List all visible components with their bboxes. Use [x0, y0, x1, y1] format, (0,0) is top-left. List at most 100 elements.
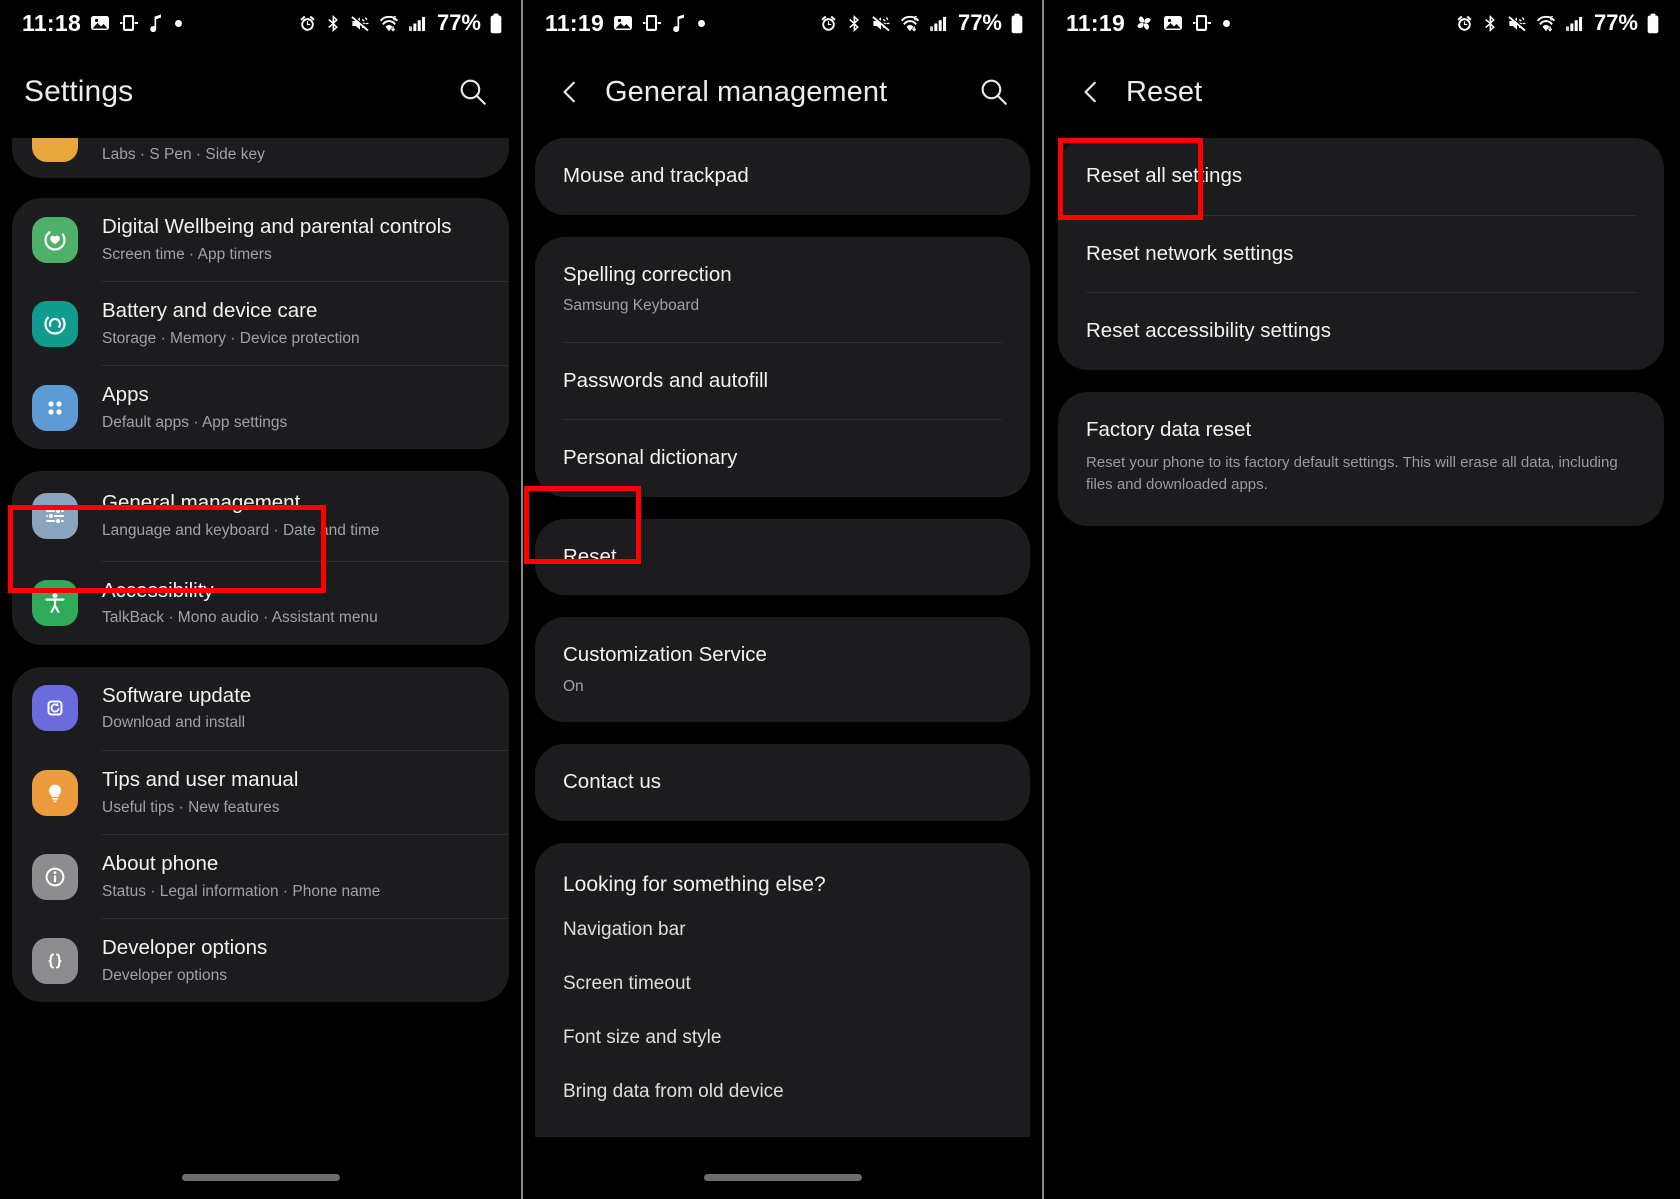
apps-grid-icon: [32, 384, 78, 431]
row-title: Tips and user manual: [102, 767, 299, 791]
photo-icon: [613, 13, 633, 33]
screen-record-icon: [119, 13, 139, 33]
row-title: Passwords and autofill: [563, 368, 769, 392]
photo-icon: [1163, 13, 1183, 33]
list-item-contact-us[interactable]: Contact us: [535, 744, 1030, 821]
list-item-spelling-correction[interactable]: Spelling correction Samsung Keyboard: [535, 237, 1030, 342]
reset-card-options: Reset all settings Reset network setting…: [1058, 138, 1664, 370]
row-title: Developer options: [102, 936, 268, 960]
link-screen-timeout[interactable]: Screen timeout: [535, 957, 1030, 1011]
battery-percent: 77%: [1593, 10, 1638, 35]
list-item-personal-dictionary[interactable]: Personal dictionary: [535, 420, 1030, 497]
row-text: General management Language and keyboard…: [102, 491, 379, 540]
row-subtitle: Useful tips · New features: [102, 798, 280, 816]
row-description: Reset your phone to its factory default …: [1086, 454, 1618, 494]
row-title: Apps: [102, 383, 149, 407]
screen-record-icon: [642, 13, 662, 33]
settings-group-1: Digital Wellbeing and parental controls …: [12, 198, 509, 450]
status-left-group: 11:19: [1066, 9, 1231, 37]
row-title: Contact us: [563, 770, 661, 794]
sidebar-item-digital-wellbeing[interactable]: Digital Wellbeing and parental controls …: [12, 198, 509, 281]
mute-icon: [350, 14, 370, 33]
reset-card-factory: Factory data reset Reset your phone to i…: [1058, 391, 1664, 526]
status-bar-panel2: 11:19 6 77%: [523, 0, 1042, 46]
row-subtitle: Screen time · App timers: [102, 245, 272, 263]
wifi6-icon: 6: [1535, 14, 1557, 33]
photo-icon: [90, 13, 110, 33]
music-note-icon: [148, 13, 164, 33]
row-subtitle: Status · Legal information · Phone name: [102, 882, 381, 900]
advanced-features-card-partial[interactable]: Labs · S Pen · Side key: [12, 138, 509, 178]
sliders-icon: [32, 493, 78, 540]
row-title: Reset network settings: [1086, 241, 1294, 265]
sidebar-item-battery-device-care[interactable]: Battery and device care Storage · Memory…: [12, 282, 509, 365]
row-title: Reset accessibility settings: [1086, 319, 1331, 343]
alarm-icon: [819, 14, 838, 33]
app-bar-panel3: Reset: [1044, 46, 1678, 138]
status-bar-panel3: 11:19 6 77%: [1044, 0, 1678, 46]
sidebar-item-developer-options[interactable]: Developer options Developer options: [12, 919, 509, 1002]
row-title: Battery and device care: [102, 299, 318, 323]
search-icon[interactable]: [449, 68, 497, 116]
battery-percent: 77%: [957, 10, 1002, 35]
list-item-reset[interactable]: Reset: [535, 519, 1030, 596]
advanced-features-subtitle: Labs · S Pen · Side key: [102, 146, 265, 163]
list-item-mouse-trackpad[interactable]: Mouse and trackpad: [535, 138, 1030, 215]
list-item-reset-all-settings[interactable]: Reset all settings: [1058, 138, 1664, 215]
row-subtitle: Default apps · App settings: [102, 413, 288, 431]
home-indicator: [703, 1174, 862, 1181]
sidebar-item-about-phone[interactable]: About phone Status · Legal information ·…: [12, 835, 509, 918]
row-text: Tips and user manual Useful tips · New f…: [102, 768, 298, 817]
info-icon: [32, 853, 78, 900]
link-bring-data-old-device[interactable]: Bring data from old device: [535, 1065, 1030, 1119]
device-care-icon: [32, 300, 78, 347]
svg-text:6: 6: [1550, 15, 1554, 22]
sidebar-item-software-update[interactable]: Software update Download and install: [12, 667, 509, 750]
list-item-factory-data-reset[interactable]: Factory data reset Reset your phone to i…: [1058, 392, 1664, 526]
sidebar-item-tips-user-manual[interactable]: Tips and user manual Useful tips · New f…: [12, 751, 509, 834]
row-text: Battery and device care Storage · Memory…: [102, 299, 360, 348]
back-button[interactable]: [1068, 69, 1114, 115]
list-item-customization-service[interactable]: Customization Service On: [535, 617, 1030, 722]
sidebar-item-general-management[interactable]: General management Language and keyboard…: [12, 471, 509, 560]
list-item-passwords-autofill[interactable]: Passwords and autofill: [535, 343, 1030, 420]
status-clock: 11:18: [22, 9, 82, 36]
sidebar-item-apps[interactable]: Apps Default apps · App settings: [12, 366, 509, 449]
row-title: Spelling correction: [563, 262, 732, 286]
gm-card-mouse: Mouse and trackpad: [535, 138, 1030, 215]
alarm-icon: [298, 14, 317, 33]
search-icon[interactable]: [970, 68, 1018, 116]
back-button[interactable]: [547, 69, 593, 115]
row-title: Reset: [563, 544, 617, 568]
dot-icon: [698, 19, 706, 27]
link-navigation-bar[interactable]: Navigation bar: [535, 903, 1030, 957]
status-right-group: 6 77%: [1455, 10, 1660, 36]
sidebar-item-accessibility[interactable]: Accessibility TalkBack · Mono audio · As…: [12, 562, 509, 645]
row-title: General management: [102, 491, 301, 515]
row-text: Apps Default apps · App settings: [102, 383, 287, 432]
status-clock: 11:19: [1066, 9, 1126, 36]
status-bar-panel1: 11:18 6 77%: [0, 0, 521, 46]
row-title: Accessibility: [102, 578, 214, 602]
screen-record-icon: [1192, 13, 1212, 33]
row-title: Mouse and trackpad: [563, 164, 749, 187]
row-subtitle: On: [563, 677, 584, 695]
row-title: Software update: [102, 683, 252, 707]
battery-icon: [1646, 13, 1660, 34]
wifi6-icon: 6: [378, 14, 400, 33]
wellbeing-icon: [32, 216, 78, 263]
settings-group-2: General management Language and keyboard…: [12, 471, 509, 645]
software-update-icon: [32, 685, 78, 732]
list-item-reset-network-settings[interactable]: Reset network settings: [1058, 216, 1664, 293]
row-title: Digital Wellbeing and parental controls: [102, 215, 452, 238]
app-bar-panel1: Settings: [0, 46, 521, 138]
link-font-size-style[interactable]: Font size and style: [535, 1011, 1030, 1065]
bluetooth-icon: [846, 14, 863, 33]
list-item-reset-accessibility-settings[interactable]: Reset accessibility settings: [1058, 293, 1664, 370]
mute-icon: [1507, 14, 1527, 33]
music-note-icon: [671, 13, 687, 33]
row-text: Software update Download and install: [102, 684, 251, 733]
accessibility-icon: [32, 580, 78, 627]
row-title: Reset all settings: [1086, 164, 1243, 187]
status-right-group: 6 77%: [298, 10, 503, 36]
